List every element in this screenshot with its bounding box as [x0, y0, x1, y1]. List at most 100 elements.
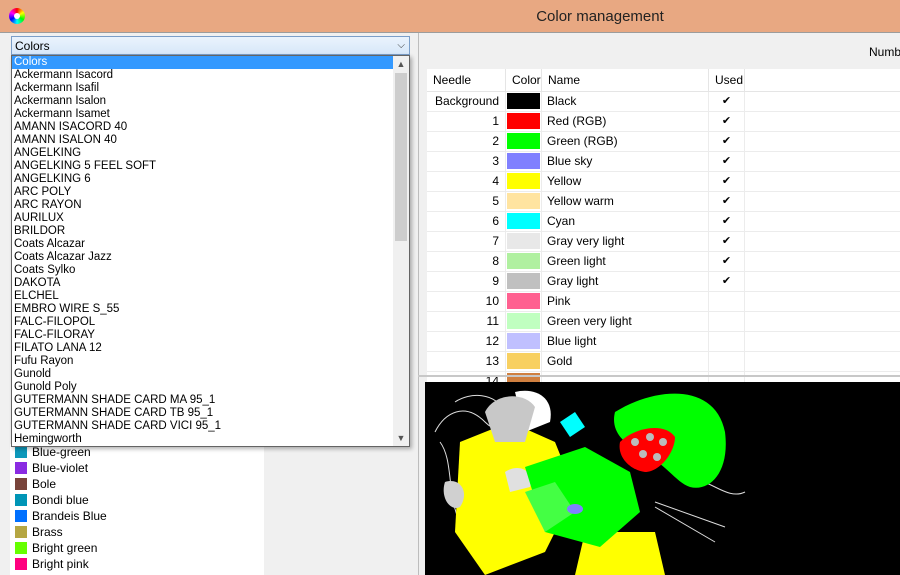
filler-cell — [745, 92, 900, 111]
palette-dropdown-list[interactable]: Colors Ackermann Isacord Ackermann Isafil A… — [11, 55, 410, 447]
needle-cell: 1 — [427, 112, 506, 131]
dropdown-option[interactable]: AMANN ISALON 40 — [12, 134, 394, 147]
scroll-down-icon[interactable]: ▼ — [393, 430, 409, 446]
scroll-up-icon[interactable]: ▲ — [393, 56, 409, 72]
color-swatch[interactable] — [507, 113, 540, 129]
dropdown-option[interactable]: DAKOTA — [12, 277, 394, 290]
color-swatch[interactable] — [507, 93, 540, 109]
color-list-item[interactable]: Brass — [10, 524, 264, 540]
color-swatch[interactable] — [507, 193, 540, 209]
color-swatch[interactable] — [507, 273, 540, 289]
used-check-icon — [709, 332, 745, 351]
filler-cell — [745, 192, 900, 211]
table-row[interactable]: 1 Red (RGB) ✔ — [427, 112, 900, 132]
table-row[interactable]: 13 Gold — [427, 352, 900, 372]
dropdown-option[interactable]: GUTERMANN SHADE CARD VICI 95_1 — [12, 420, 394, 433]
design-preview[interactable] — [425, 382, 900, 575]
color-list-item[interactable]: Blue-violet — [10, 460, 264, 476]
color-swatch[interactable] — [507, 233, 540, 249]
dropdown-option[interactable]: Ackermann Isamet — [12, 108, 394, 121]
color-name: Blue-green — [32, 445, 91, 459]
color-swatch[interactable] — [507, 333, 540, 349]
dropdown-option[interactable]: Coats Alcazar — [12, 238, 394, 251]
dropdown-option[interactable]: Ackermann Isafil — [12, 82, 394, 95]
dropdown-scrollbar[interactable]: ▲ ▼ — [393, 56, 409, 446]
dropdown-option[interactable]: Hemingworth — [12, 433, 394, 446]
chevron-down-icon[interactable]: ⌵ — [397, 40, 405, 51]
needle-grid[interactable]: Needle Color Name Used Background Black ✔ 1… — [427, 69, 900, 399]
grid-header: Needle Color Name Used — [427, 69, 900, 92]
dropdown-option[interactable]: Fufu Rayon — [12, 355, 394, 368]
table-row[interactable]: 12 Blue light — [427, 332, 900, 352]
color-list-item[interactable]: Bright pink — [10, 556, 264, 572]
dropdown-option[interactable]: Coats Alcazar Jazz — [12, 251, 394, 264]
color-swatch — [15, 510, 27, 522]
table-row[interactable]: 9 Gray light ✔ — [427, 272, 900, 292]
color-list-item[interactable]: Bright green — [10, 540, 264, 556]
dropdown-option[interactable]: EMBRO WIRE S_55 — [12, 303, 394, 316]
table-row[interactable]: 10 Pink — [427, 292, 900, 312]
table-row[interactable]: 11 Green very light — [427, 312, 900, 332]
dropdown-option[interactable]: AURILUX — [12, 212, 394, 225]
color-swatch[interactable] — [507, 173, 540, 189]
dropdown-option[interactable]: Ackermann Isalon — [12, 95, 394, 108]
dropdown-option[interactable]: Colors — [12, 56, 394, 69]
dropdown-option[interactable]: ARC RAYON — [12, 199, 394, 212]
color-swatch — [15, 526, 27, 538]
dropdown-option[interactable]: FILATO LANA 12 — [12, 342, 394, 355]
filler-cell — [745, 252, 900, 271]
table-row[interactable]: 4 Yellow ✔ — [427, 172, 900, 192]
dropdown-option[interactable]: GUTERMANN SHADE CARD MA 95_1 — [12, 394, 394, 407]
dropdown-option[interactable]: FALC-FILORAY — [12, 329, 394, 342]
color-list-item[interactable]: Bole — [10, 476, 264, 492]
table-row[interactable]: 5 Yellow warm ✔ — [427, 192, 900, 212]
color-list[interactable]: Blue-green Blue-violet Bole Bondi blue Brand… — [10, 444, 264, 575]
color-swatch[interactable] — [507, 253, 540, 269]
table-row[interactable]: 7 Gray very light ✔ — [427, 232, 900, 252]
dropdown-option[interactable]: Gunold — [12, 368, 394, 381]
filler-cell — [745, 272, 900, 291]
column-header-name[interactable]: Name — [542, 69, 709, 91]
color-swatch[interactable] — [507, 133, 540, 149]
column-header-needle[interactable]: Needle — [427, 69, 506, 91]
table-row[interactable]: 3 Blue sky ✔ — [427, 152, 900, 172]
color-swatch[interactable] — [507, 213, 540, 229]
dropdown-option[interactable]: Gunold Poly — [12, 381, 394, 394]
dropdown-option[interactable]: BRILDOR — [12, 225, 394, 238]
needle-cell: 10 — [427, 292, 506, 311]
name-cell: Black — [542, 92, 709, 111]
color-list-item[interactable]: Bondi blue — [10, 492, 264, 508]
color-swatch — [15, 478, 27, 490]
table-row[interactable]: 6 Cyan ✔ — [427, 212, 900, 232]
color-swatch[interactable] — [507, 153, 540, 169]
color-swatch — [15, 462, 27, 474]
dropdown-option[interactable]: Coats Sylko — [12, 264, 394, 277]
dropdown-option[interactable]: ANGELKING — [12, 147, 394, 160]
color-swatch — [15, 542, 27, 554]
dropdown-option[interactable]: ELCHEL — [12, 290, 394, 303]
dropdown-option[interactable]: ARC POLY — [12, 186, 394, 199]
table-row[interactable]: Background Black ✔ — [427, 92, 900, 112]
dropdown-option[interactable]: Ackermann Isacord — [12, 69, 394, 82]
color-swatch[interactable] — [507, 353, 540, 369]
scrollbar-thumb[interactable] — [395, 73, 407, 241]
column-header-used[interactable]: Used — [709, 69, 745, 91]
column-header-color[interactable]: Color — [506, 69, 542, 91]
color-cell — [506, 92, 542, 111]
used-check-icon: ✔ — [709, 252, 745, 271]
filler-cell — [745, 312, 900, 331]
palette-select-value: Colors — [15, 39, 50, 53]
table-row[interactable]: 8 Green light ✔ — [427, 252, 900, 272]
dropdown-option[interactable]: GUTERMANN SHADE CARD TB 95_1 — [12, 407, 394, 420]
color-swatch[interactable] — [507, 313, 540, 329]
needle-cell: 9 — [427, 272, 506, 291]
grid-body: Background Black ✔ 1 Red (RGB) ✔ 2 Green (RGB) ✔… — [427, 92, 900, 392]
dropdown-option[interactable]: AMANN ISACORD 40 — [12, 121, 394, 134]
dropdown-option[interactable]: ANGELKING 6 — [12, 173, 394, 186]
color-list-item[interactable]: Brandeis Blue — [10, 508, 264, 524]
dropdown-option[interactable]: ANGELKING 5 FEEL SOFT — [12, 160, 394, 173]
palette-select[interactable]: Colors ⌵ — [11, 36, 410, 55]
table-row[interactable]: 2 Green (RGB) ✔ — [427, 132, 900, 152]
color-swatch[interactable] — [507, 293, 540, 309]
dropdown-option[interactable]: FALC-FILOPOL — [12, 316, 394, 329]
